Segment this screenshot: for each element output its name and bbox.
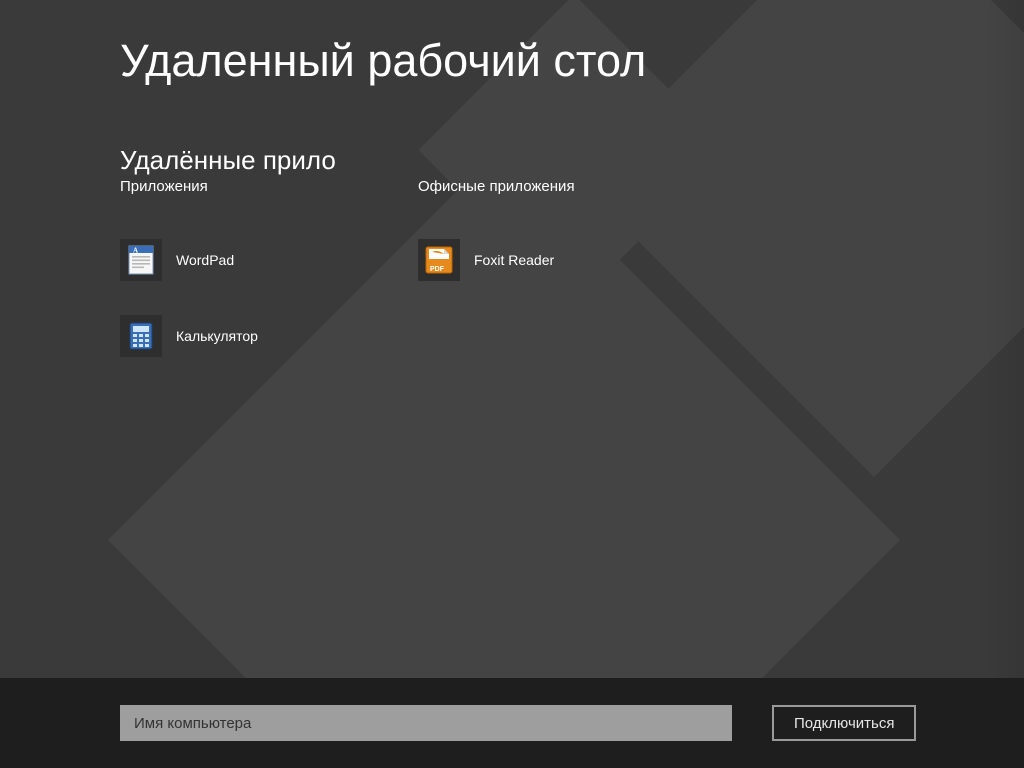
calculator-icon <box>120 315 162 357</box>
connect-button[interactable]: Подключиться <box>772 705 916 741</box>
column-apps: Приложения A WordPad <box>120 178 382 391</box>
svg-text:A: A <box>133 247 138 255</box>
column-header-office: Офисные приложения <box>418 178 738 195</box>
section-title: Удалённые прило <box>120 145 1024 176</box>
svg-text:PDF: PDF <box>430 266 445 273</box>
tile-wordpad[interactable]: A WordPad <box>120 239 382 281</box>
column-office: Офисные приложения PDF Foxit Reader <box>418 178 738 391</box>
tile-foxit-reader[interactable]: PDF Foxit Reader <box>418 239 738 281</box>
tile-label: Калькулятор <box>176 328 258 344</box>
connect-bar: Подключиться <box>0 678 1024 768</box>
page-title: Удаленный рабочий стол <box>120 35 1024 87</box>
foxit-icon: PDF <box>418 239 460 281</box>
tile-label: Foxit Reader <box>474 252 554 268</box>
wordpad-icon: A <box>120 239 162 281</box>
tile-label: WordPad <box>176 252 234 268</box>
column-header-apps: Приложения <box>120 178 382 195</box>
tile-calculator[interactable]: Калькулятор <box>120 315 382 357</box>
computer-name-input[interactable] <box>120 705 732 741</box>
